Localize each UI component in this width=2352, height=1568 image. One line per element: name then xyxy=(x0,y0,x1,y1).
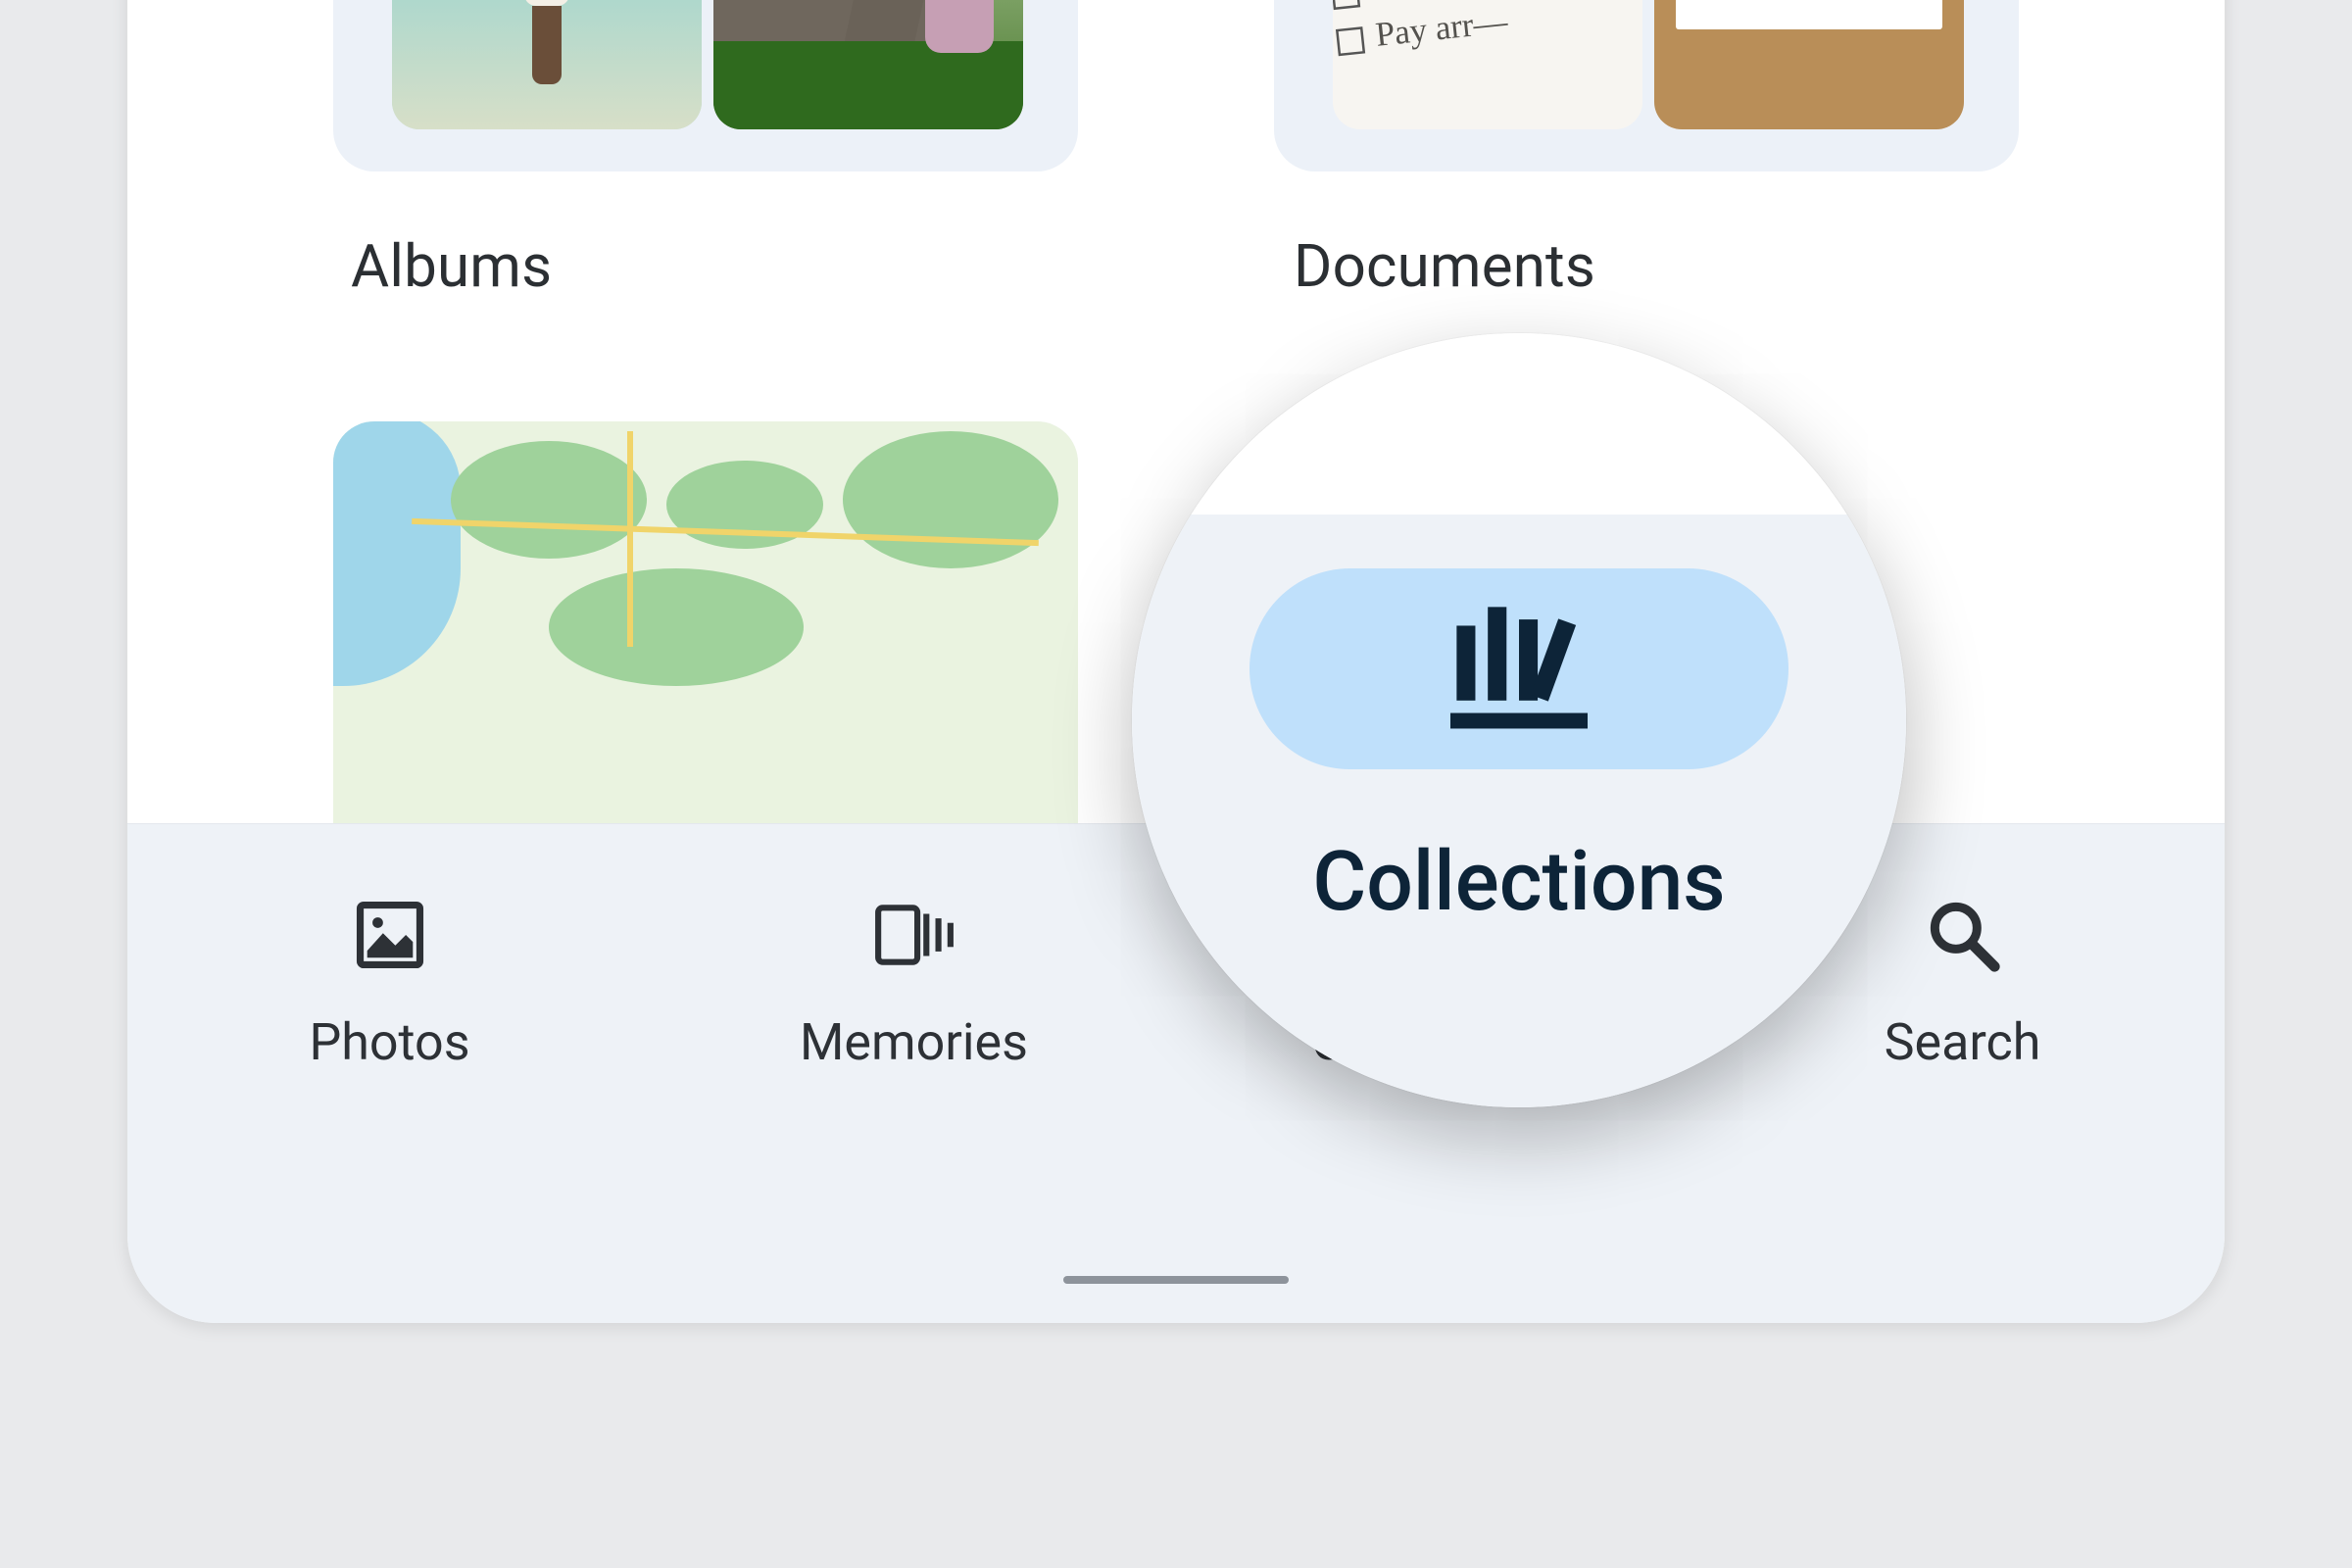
photos-icon xyxy=(348,893,432,977)
magnifier-collections: Collections xyxy=(1132,333,1906,1107)
tile-documents[interactable]: Print t— Exchange m— Email itinerary Pic… xyxy=(1274,0,2019,172)
nav-photos[interactable]: Photos xyxy=(127,824,652,1323)
collections-pill[interactable] xyxy=(1250,568,1788,769)
memories-icon xyxy=(872,893,956,977)
nav-memories[interactable]: Memories xyxy=(652,824,1176,1323)
tile-label-albums: Albums xyxy=(351,231,552,301)
tile-label-documents: Documents xyxy=(1294,231,1595,301)
album-thumb-beach xyxy=(392,0,702,129)
magnifier-label: Collections xyxy=(1132,833,1906,930)
search-icon xyxy=(1921,893,2005,977)
home-indicator xyxy=(1063,1276,1289,1284)
phone-frame: Albums Print t— Exchange m— Email itiner… xyxy=(127,0,2225,1323)
document-thumb-checklist: Print t— Exchange m— Email itinerary Pic… xyxy=(1333,0,1642,129)
album-thumb-elephant xyxy=(713,0,1023,129)
tile-albums[interactable] xyxy=(333,0,1078,172)
tile-places[interactable] xyxy=(333,421,1078,872)
document-thumb-parcel: NHH·9633 8262 12 xyxy=(1654,0,1964,129)
nav-label: Memories xyxy=(800,1012,1028,1072)
collections-icon xyxy=(1436,601,1602,738)
nav-label: Photos xyxy=(309,1012,469,1072)
nav-label: Search xyxy=(1885,1012,2041,1072)
